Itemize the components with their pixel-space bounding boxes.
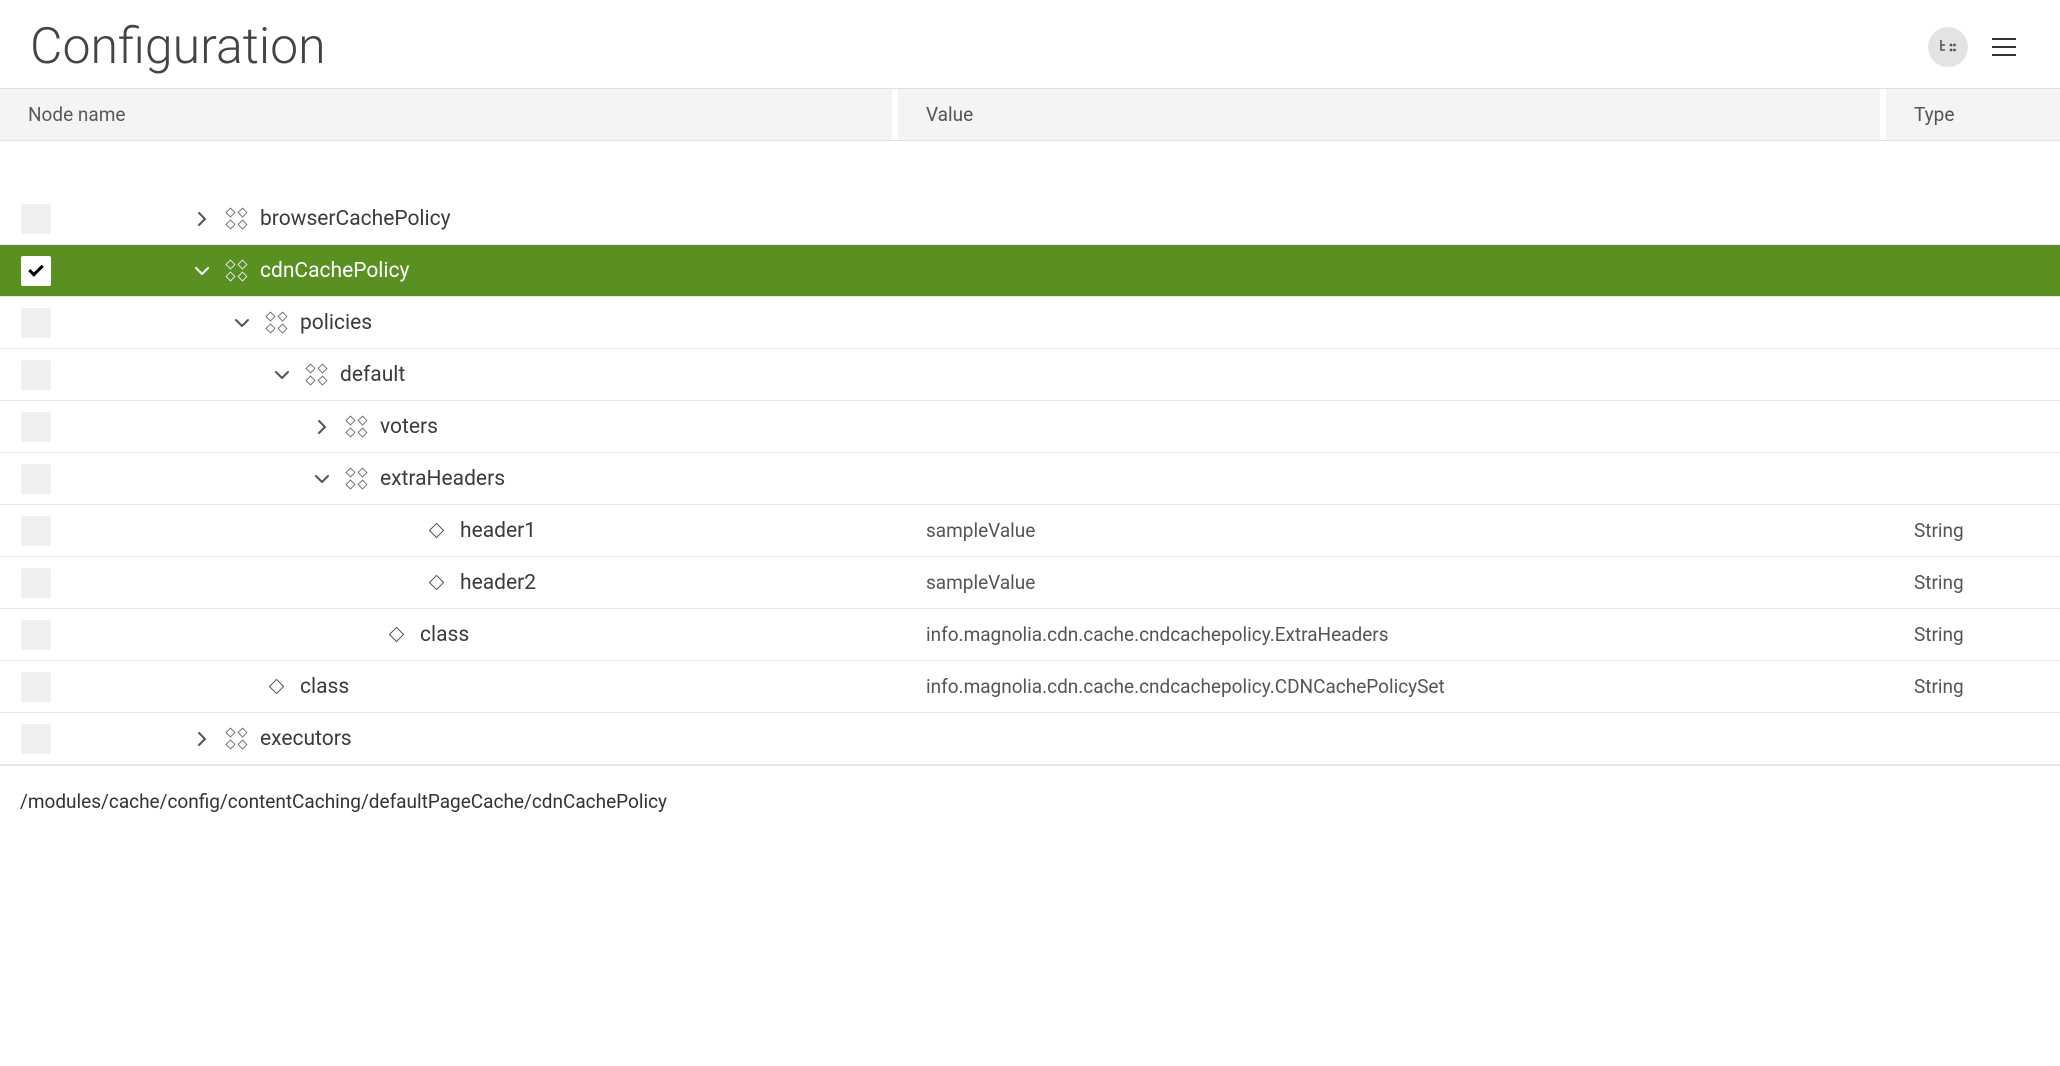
cell-type: String — [1886, 661, 2060, 712]
tree-row-header2[interactable]: header2 sampleValueString — [0, 557, 2060, 609]
cell-type — [1886, 453, 2060, 504]
tree-row-default[interactable]: default — [0, 349, 2060, 401]
chevron-right-icon[interactable] — [192, 731, 212, 747]
chevron-down-icon[interactable] — [232, 317, 252, 329]
property-icon — [422, 577, 450, 588]
cell-type — [1886, 245, 2060, 296]
chevron-right-icon[interactable] — [312, 419, 332, 435]
row-checkbox[interactable] — [21, 204, 51, 234]
row-checkbox[interactable] — [21, 256, 51, 286]
node-label: executors — [260, 727, 352, 751]
column-header-name[interactable]: Node name — [0, 89, 898, 140]
node-label: default — [340, 363, 405, 387]
node-icon — [342, 468, 370, 489]
node-label: header2 — [460, 571, 536, 595]
cell-type: String — [1886, 609, 2060, 660]
cell-value — [898, 245, 1886, 296]
cell-type — [1886, 193, 2060, 244]
tree-view-button[interactable] — [1928, 27, 1968, 67]
chevron-down-icon[interactable] — [312, 473, 332, 485]
row-checkbox[interactable] — [21, 360, 51, 390]
property-icon — [422, 525, 450, 536]
tree-row-executors[interactable]: executors — [0, 713, 2060, 765]
cell-value: sampleValue — [898, 505, 1886, 556]
tree-row-policies[interactable]: policies — [0, 297, 2060, 349]
cell-value — [898, 297, 1886, 348]
property-icon — [382, 629, 410, 640]
node-icon — [302, 364, 330, 385]
node-icon — [222, 260, 250, 281]
node-icon — [222, 728, 250, 749]
row-checkbox[interactable] — [21, 516, 51, 546]
tree-row-cdnCachePolicy[interactable]: cdnCachePolicy — [0, 245, 2060, 297]
row-checkbox[interactable] — [21, 568, 51, 598]
chevron-down-icon[interactable] — [192, 265, 212, 277]
node-label: policies — [300, 311, 372, 335]
tree-row-cdn-class[interactable]: class info.magnolia.cdn.cache.cndcachepol… — [0, 661, 2060, 713]
cell-value: info.magnolia.cdn.cache.cndcachepolicy.C… — [898, 661, 1886, 712]
status-bar-path: /modules/cache/config/contentCaching/def… — [0, 765, 2060, 833]
cell-type — [1886, 349, 2060, 400]
tree-row-extraHeaders[interactable]: extraHeaders — [0, 453, 2060, 505]
node-label: extraHeaders — [380, 467, 505, 491]
cell-value — [898, 193, 1886, 244]
cell-type — [1886, 401, 2060, 452]
column-header-value[interactable]: Value — [898, 89, 1886, 140]
row-checkbox[interactable] — [21, 464, 51, 494]
cell-value: info.magnolia.cdn.cache.cndcachepolicy.E… — [898, 609, 1886, 660]
node-label: browserCachePolicy — [260, 207, 451, 231]
node-icon — [222, 208, 250, 229]
node-label: class — [300, 675, 349, 699]
config-tree-table: Node name Value Type browserCachePolicy c… — [0, 88, 2060, 765]
row-checkbox[interactable] — [21, 620, 51, 650]
tree-row-header1[interactable]: header1 sampleValueString — [0, 505, 2060, 557]
tree-row-extra-class[interactable]: class info.magnolia.cdn.cache.cndcachepol… — [0, 609, 2060, 661]
cell-type: String — [1886, 505, 2060, 556]
node-label: voters — [380, 415, 438, 439]
page-title: Configuration — [30, 18, 1928, 76]
cell-value — [898, 401, 1886, 452]
cell-value — [898, 453, 1886, 504]
row-checkbox[interactable] — [21, 412, 51, 442]
node-icon — [262, 312, 290, 333]
property-icon — [262, 681, 290, 692]
chevron-down-icon[interactable] — [272, 369, 292, 381]
row-checkbox[interactable] — [21, 672, 51, 702]
cell-value — [898, 349, 1886, 400]
cell-type: String — [1886, 557, 2060, 608]
tree-row-voters[interactable]: voters — [0, 401, 2060, 453]
row-checkbox[interactable] — [21, 724, 51, 754]
checkmark-icon — [28, 261, 44, 277]
row-checkbox[interactable] — [21, 308, 51, 338]
cell-value: sampleValue — [898, 557, 1886, 608]
tree-row-browserCachePolicy[interactable]: browserCachePolicy — [0, 193, 2060, 245]
node-label: class — [420, 623, 469, 647]
node-label: cdnCachePolicy — [260, 259, 409, 283]
node-icon — [342, 416, 370, 437]
cell-type — [1886, 713, 2060, 764]
table-header-row: Node name Value Type — [0, 88, 2060, 141]
cell-type — [1886, 297, 2060, 348]
chevron-right-icon[interactable] — [192, 211, 212, 227]
column-header-type[interactable]: Type — [1886, 89, 2060, 140]
node-label: header1 — [460, 519, 536, 543]
hamburger-menu-icon[interactable] — [1988, 31, 2020, 63]
cell-value — [898, 713, 1886, 764]
